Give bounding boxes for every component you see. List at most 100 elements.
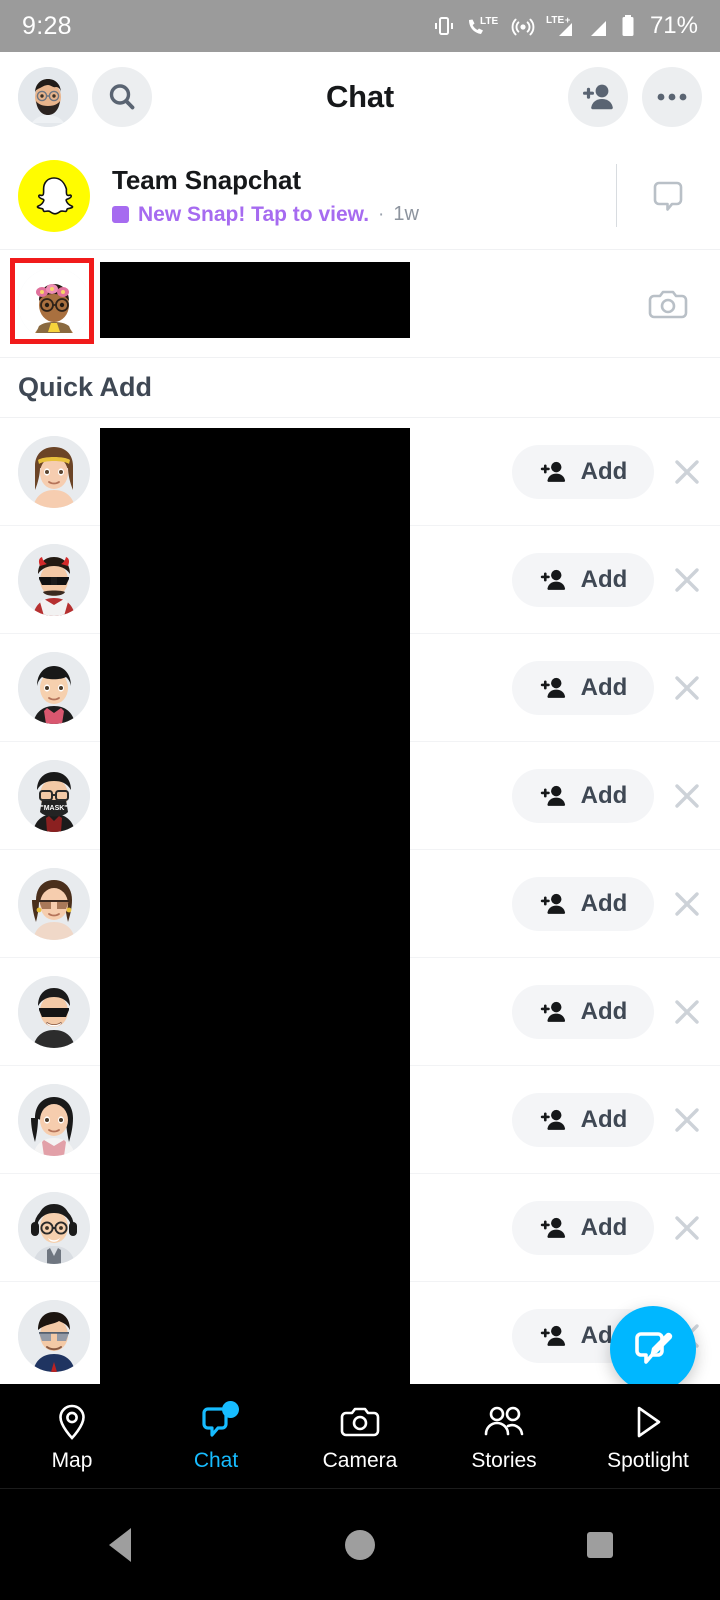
avatar[interactable] <box>18 867 90 940</box>
camera-icon <box>340 1407 380 1436</box>
camera-button[interactable] <box>616 250 720 357</box>
avatar[interactable] <box>18 435 90 508</box>
avatar[interactable] <box>18 543 90 616</box>
battery-icon <box>622 15 634 36</box>
nav-icon-wrap <box>339 1400 381 1444</box>
nav-label-map: Map <box>51 1448 93 1472</box>
map-pin-icon <box>59 1404 85 1440</box>
add-friend-button[interactable]: Add <box>512 768 654 823</box>
add-friend-button[interactable]: Add <box>512 660 654 715</box>
vibrate-icon <box>434 17 453 35</box>
chat-row-team-snapchat[interactable]: Team Snapchat New Snap! Tap to view. · 1… <box>0 142 720 250</box>
add-button-label: Add <box>580 673 628 701</box>
add-friend-button[interactable]: Add <box>512 984 654 1039</box>
separator-dot: · <box>378 203 385 225</box>
back-triangle-icon <box>109 1527 131 1562</box>
bitmoji-woman-sunglasses <box>18 867 90 940</box>
add-friend-button[interactable]: Add <box>512 876 654 931</box>
nav-item-map[interactable]: Map <box>0 1400 144 1473</box>
chat-bubble-button[interactable] <box>616 142 720 249</box>
add-button-label: Add <box>580 1213 628 1241</box>
chat-subtitle: New Snap! Tap to view. · 1w <box>112 203 616 227</box>
battery-percent: 71% <box>649 12 698 39</box>
add-friend-icon <box>583 84 613 110</box>
add-friend-icon <box>540 461 565 482</box>
home-circle-icon <box>345 1529 375 1560</box>
nav-label-camera: Camera <box>322 1448 398 1472</box>
dismiss-button[interactable] <box>654 997 720 1027</box>
more-options-button[interactable] <box>642 67 702 127</box>
lte-plus-signal-icon: LTE + <box>546 15 572 36</box>
play-arrow-icon <box>637 1406 661 1437</box>
dismiss-button[interactable] <box>654 781 720 811</box>
dismiss-button[interactable] <box>654 1105 720 1135</box>
add-friend-button[interactable]: Add <box>512 1092 654 1147</box>
status-bar: 9:28 LTE LTE + 71% <box>0 0 720 52</box>
add-friend-button[interactable]: Add <box>512 444 654 499</box>
profile-avatar-button[interactable] <box>18 67 78 127</box>
avatar[interactable] <box>18 267 90 340</box>
close-icon <box>675 567 699 592</box>
dismiss-button[interactable] <box>654 565 720 595</box>
bitmoji-man-headphones-glasses <box>18 1191 90 1264</box>
avatar[interactable]: "MASK" <box>18 759 90 832</box>
avatar[interactable] <box>18 159 90 232</box>
svg-text:+: + <box>565 15 570 25</box>
nav-item-stories[interactable]: Stories <box>432 1400 576 1473</box>
recents-square-icon <box>587 1531 613 1558</box>
nav-item-chat[interactable]: Chat <box>144 1400 288 1473</box>
android-home-button[interactable] <box>240 1529 480 1560</box>
dismiss-button[interactable] <box>654 673 720 703</box>
dismiss-button[interactable] <box>654 1213 720 1243</box>
add-friend-icon <box>540 1001 565 1022</box>
nav-icon-wrap <box>54 1400 90 1444</box>
add-friend-button[interactable]: Add <box>512 552 654 607</box>
nav-icon-wrap <box>196 1400 239 1444</box>
nav-item-camera[interactable]: Camera <box>288 1400 432 1473</box>
friend-bitmoji-avatar <box>18 267 90 340</box>
chat-status: New Snap! Tap to view. <box>138 202 370 226</box>
people-icon <box>484 1406 524 1435</box>
close-icon <box>675 675 699 700</box>
chat-timestamp: 1w <box>393 203 419 225</box>
avatar[interactable] <box>18 1191 90 1264</box>
add-friend-icon <box>540 893 565 914</box>
status-icons: LTE LTE + 71% <box>433 12 698 40</box>
new-chat-fab[interactable] <box>610 1306 696 1392</box>
add-friend-button[interactable]: Add <box>512 1200 654 1255</box>
new-snap-indicator-icon <box>112 206 129 223</box>
svg-text:LTE: LTE <box>546 15 564 26</box>
close-icon <box>675 999 699 1024</box>
close-icon <box>675 891 699 916</box>
add-button-label: Add <box>580 889 628 917</box>
page-title: Chat <box>325 79 395 114</box>
avatar[interactable] <box>18 975 90 1048</box>
search-button[interactable] <box>92 67 152 127</box>
bitmoji-man-mask-glasses: "MASK" <box>18 759 90 832</box>
avatar[interactable] <box>18 651 90 724</box>
nav-item-spotlight[interactable]: Spotlight <box>576 1400 720 1473</box>
chat-name: Team Snapchat <box>112 164 301 195</box>
search-icon <box>109 84 135 110</box>
snapchat-ghost-icon <box>36 176 74 215</box>
android-recents-button[interactable] <box>480 1531 720 1558</box>
add-friend-button[interactable] <box>568 67 628 127</box>
chat-unread-badge <box>222 1400 239 1418</box>
dismiss-button[interactable] <box>654 457 720 487</box>
bitmoji-man-dark-sunglasses <box>18 975 90 1048</box>
new-chat-compose-icon <box>635 1332 673 1364</box>
nav-icon-wrap <box>482 1400 526 1444</box>
dismiss-button[interactable] <box>654 889 720 919</box>
add-friend-icon <box>540 1109 565 1130</box>
add-button-label: Add <box>580 1105 628 1133</box>
nav-label-chat: Chat <box>193 1448 239 1472</box>
bitmoji-woman-long-hair <box>18 1083 90 1156</box>
lte-call-icon: LTE <box>468 16 498 34</box>
nav-label-spotlight: Spotlight <box>607 1448 689 1472</box>
snapchat-chat-screen: 9:28 LTE LTE + 71% Chat Team Snapchat Ne… <box>0 0 720 1600</box>
header-actions <box>568 67 702 127</box>
android-back-button[interactable] <box>0 1527 240 1562</box>
avatar[interactable] <box>18 1083 90 1156</box>
avatar[interactable] <box>18 1299 90 1372</box>
add-friend-icon <box>540 677 565 698</box>
